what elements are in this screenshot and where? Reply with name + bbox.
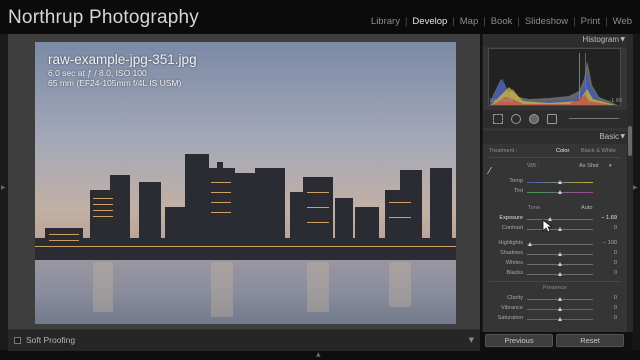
wb-dropdown[interactable]: As Shot [579, 163, 599, 169]
mouse-cursor-icon [542, 219, 552, 233]
clarity-label: Clarity [507, 295, 523, 301]
basic-header[interactable]: Basic ▼ [483, 131, 627, 144]
info-overlay: raw-example-jpg-351.jpg 6.0 sec at ƒ / 8… [48, 52, 197, 88]
histogram-title: Histogram [582, 35, 619, 44]
treatment-label: Treatment : [489, 148, 518, 154]
blacks-slider-thumb[interactable] [558, 272, 562, 276]
identity-plate: Northrup Photography [8, 7, 199, 28]
reset-button[interactable]: Reset [556, 334, 624, 347]
tint-slider-thumb[interactable] [558, 190, 562, 194]
blacks-label: Blacks [506, 270, 523, 276]
temp-label: Temp [509, 178, 523, 184]
left-panel-collapsed[interactable]: ▶ [0, 34, 8, 350]
contrast-label: Contrast [501, 225, 523, 231]
white-balance-eyedropper-icon[interactable]: ⁄ [489, 166, 491, 177]
saturation-label: Saturation [497, 315, 524, 321]
exposure-label: Exposure [499, 215, 523, 221]
highlights-slider-thumb[interactable] [528, 242, 532, 246]
module-separator: | [605, 16, 608, 27]
module-separator: | [573, 16, 576, 27]
module-web[interactable]: Web [613, 16, 632, 27]
exposure-value[interactable]: − 1.69 [597, 215, 617, 221]
spot-removal-tool-icon[interactable] [511, 114, 521, 124]
info-exposure: 6.0 sec at ƒ / 8.0, ISO 100 [48, 68, 147, 78]
module-library[interactable]: Library [371, 16, 400, 27]
previous-button[interactable]: Previous [485, 334, 553, 347]
module-book[interactable]: Book [491, 16, 513, 27]
graduated-filter-tool-icon[interactable] [547, 114, 557, 124]
expand-filmstrip-icon[interactable]: ▲ [316, 351, 321, 358]
whites-value[interactable]: 0 [605, 260, 617, 266]
treatment-color[interactable]: Color [556, 148, 569, 154]
saturation-value[interactable]: 0 [605, 315, 617, 321]
soft-proofing-label[interactable]: Soft Proofing [26, 335, 75, 345]
bottom-toolbar: Soft Proofing ▼ [8, 329, 480, 351]
histogram-header[interactable]: Histogram ▼ [483, 34, 627, 47]
right-edge-strip[interactable]: ▶ [632, 34, 640, 350]
module-slideshow[interactable]: Slideshow [525, 16, 568, 27]
basic-title: Basic [599, 132, 619, 141]
collapse-right-panel-icon[interactable]: ▶ [633, 184, 638, 191]
module-separator: | [404, 16, 408, 27]
whites-slider-thumb[interactable] [558, 262, 562, 266]
collapse-triangle-icon[interactable]: ▼ [620, 133, 625, 140]
highlights-slider-track[interactable] [527, 244, 593, 245]
clarity-value[interactable]: 0 [605, 295, 617, 301]
shadows-value[interactable]: 0 [605, 250, 617, 256]
vibrance-value[interactable]: 0 [605, 305, 617, 311]
tool-strip [483, 110, 627, 128]
tone-auto-button[interactable]: Auto [581, 205, 593, 211]
shadows-slider-thumb[interactable] [558, 252, 562, 256]
collapse-triangle-icon[interactable]: ▼ [620, 36, 625, 43]
vibrance-label: Vibrance [501, 305, 523, 311]
module-separator: | [452, 16, 455, 27]
info-lens: 65 mm (EF24-105mm f/4L IS USM) [48, 78, 182, 88]
saturation-slider-thumb[interactable] [558, 317, 562, 321]
filmstrip-collapsed[interactable]: ▲ [0, 351, 640, 360]
wb-dropdown-chevron-icon[interactable]: ▾ [609, 163, 612, 169]
adjustment-brush-slider[interactable] [569, 118, 619, 119]
loupe-canvas: raw-example-jpg-351.jpg 6.0 sec at ƒ / 8… [8, 34, 480, 329]
clarity-slider-thumb[interactable] [558, 297, 562, 301]
right-panel-scrollbar[interactable] [627, 34, 633, 332]
right-panel: Histogram ▼ Exposure -1.69 Basic ▼ Treat… [482, 34, 633, 332]
highlights-label: Highlights [498, 240, 523, 246]
module-picker: Library | Develop | Map | Book | Slidesh… [371, 16, 632, 27]
treatment-black-white[interactable]: Black & White [581, 148, 616, 154]
module-separator: | [517, 16, 520, 27]
module-print[interactable]: Print [581, 16, 601, 27]
wb-label: WB : [527, 163, 540, 169]
exposure-slider-track[interactable] [527, 219, 593, 220]
soft-proofing-checkbox[interactable] [14, 337, 21, 344]
top-bar: Northrup Photography Library | Develop |… [0, 0, 640, 34]
tone-label: Tone [528, 205, 541, 211]
module-map[interactable]: Map [460, 16, 478, 27]
module-separator: | [483, 16, 486, 27]
section-divider [489, 281, 621, 282]
blacks-value[interactable]: 0 [605, 270, 617, 276]
module-develop[interactable]: Develop [412, 16, 447, 27]
toolbar-menu-icon[interactable]: ▼ [469, 336, 474, 344]
info-filename: raw-example-jpg-351.jpg [48, 52, 197, 67]
vibrance-slider-thumb[interactable] [558, 307, 562, 311]
presence-label: Presence [543, 285, 567, 291]
contrast-value[interactable]: 0 [605, 225, 617, 231]
histogram-hover-label: Exposure [490, 98, 514, 104]
whites-label: Whites [505, 260, 523, 266]
contrast-slider-thumb[interactable] [558, 227, 562, 231]
expand-left-panel-icon[interactable]: ▶ [1, 184, 6, 191]
temp-slider-thumb[interactable] [558, 180, 562, 184]
scrollbar-thumb[interactable] [628, 126, 632, 156]
section-divider [489, 157, 621, 158]
photo-preview[interactable]: raw-example-jpg-351.jpg 6.0 sec at ƒ / 8… [35, 42, 456, 324]
red-eye-tool-icon[interactable] [529, 114, 539, 124]
histogram-hover-value: -1.69 [609, 98, 622, 104]
highlights-value[interactable]: − 100 [597, 240, 617, 246]
shadows-label: Shadows [499, 250, 523, 256]
tint-label: Tint [513, 188, 523, 194]
crop-tool-icon[interactable] [493, 114, 503, 124]
